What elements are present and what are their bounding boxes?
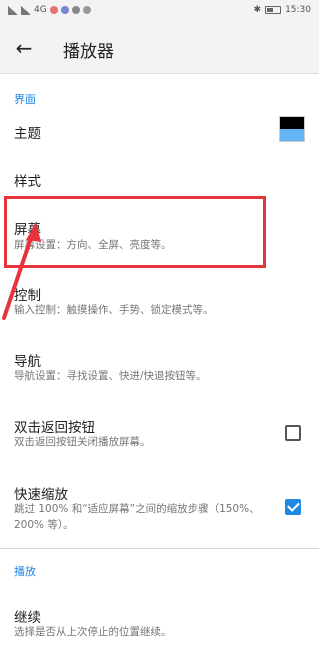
swatch-bottom [280, 129, 304, 141]
pref-title: 屏幕 [14, 222, 41, 238]
app-notification-icon-3 [71, 6, 80, 14]
pref-resume[interactable]: 继续 选择是否从上次停止的位置继续。 [0, 592, 319, 648]
app-notification-icon-2 [60, 6, 69, 14]
clock: 15:30 [285, 5, 311, 15]
app-notification-icon [49, 6, 58, 14]
pref-title: 双击返回按钮 [14, 420, 95, 436]
pref-summary: 输入控制：触摸操作、手势、锁定模式等。 [14, 304, 214, 316]
signal-icon [8, 5, 18, 15]
double-back-checkbox[interactable] [285, 425, 301, 441]
message-icon [82, 6, 91, 14]
app-bar: ← 播放器 [0, 22, 319, 74]
swatch-top [280, 117, 304, 129]
pref-fast-zoom[interactable]: 快速缩放 跳过 100% 和“适应屏幕”之间的缩放步骤（150%、200% 等）… [0, 470, 319, 546]
battery-icon [265, 6, 282, 14]
pref-summary: 导航设置：寻找设置、快进/快退按钮等。 [14, 370, 207, 382]
status-left: 4G [8, 5, 91, 15]
signal-icon-2 [21, 5, 31, 15]
pref-title: 样式 [14, 174, 41, 190]
page-title: 播放器 [63, 42, 114, 62]
pref-style[interactable]: 样式 [0, 158, 319, 198]
checkmark-icon [287, 499, 300, 512]
settings-screen: 4G ✱ 15:30 ← 播放器 界面 主题 样式 屏幕 屏幕设置：方向、全屏、… [0, 0, 319, 665]
pref-summary: 屏幕设置：方向、全屏、亮度等。 [14, 239, 172, 251]
pref-title: 快速缩放 [14, 487, 68, 503]
pref-summary: 选择是否从上次停止的位置继续。 [14, 626, 172, 638]
pref-navigation[interactable]: 导航 导航设置：寻找设置、快进/快退按钮等。 [0, 338, 319, 394]
pref-double-back[interactable]: 双击返回按钮 双击返回按钮关闭播放屏幕。 [0, 404, 319, 464]
pref-title: 继续 [14, 610, 41, 626]
section-divider [0, 548, 319, 549]
status-right: ✱ 15:30 [254, 5, 311, 15]
back-arrow-icon[interactable]: ← [12, 36, 36, 60]
pref-screen[interactable]: 屏幕 屏幕设置：方向、全屏、亮度等。 [0, 206, 319, 266]
pref-title: 导航 [14, 354, 41, 370]
pref-summary: 双击返回按钮关闭播放屏幕。 [14, 436, 151, 448]
fast-zoom-checkbox[interactable] [285, 499, 301, 515]
bluetooth-icon: ✱ [253, 5, 262, 15]
section-header-interface: 界面 [14, 93, 36, 106]
pref-title: 主题 [14, 126, 41, 142]
network-type: 4G [34, 5, 47, 15]
pref-control[interactable]: 控制 输入控制：触摸操作、手势、锁定模式等。 [0, 272, 319, 328]
status-bar: 4G ✱ 15:30 [0, 0, 319, 22]
pref-title: 控制 [14, 288, 41, 304]
pref-summary: 跳过 100% 和“适应屏幕”之间的缩放步骤（150%、200% 等）。 [14, 503, 260, 531]
annotation-arrow-icon [2, 222, 41, 320]
theme-swatch-icon [279, 116, 305, 142]
section-header-playback: 播放 [14, 565, 36, 578]
pref-theme[interactable]: 主题 [0, 106, 319, 154]
